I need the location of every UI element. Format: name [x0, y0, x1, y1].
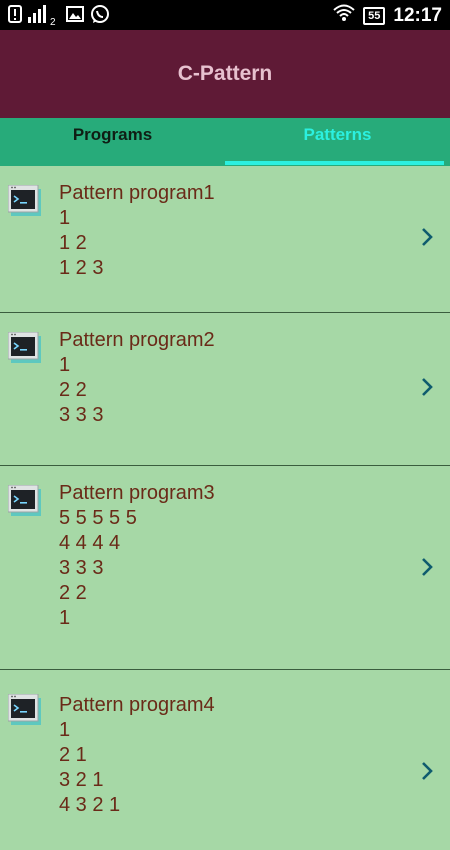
- app-title: C-Pattern: [177, 62, 273, 85]
- item-text: Pattern program2 1 2 2 3 3 3: [59, 328, 215, 428]
- pattern-line: 4 3 2 1: [59, 794, 121, 816]
- chevron-right-icon[interactable]: [420, 226, 434, 248]
- pattern-line: 5 5 5 5 5: [59, 507, 137, 529]
- pattern-line: 3 3 3: [59, 557, 104, 579]
- pattern-line: 1: [59, 719, 71, 741]
- pattern-line: 1: [59, 607, 71, 629]
- item-title: Pattern program1: [59, 182, 215, 204]
- tab-bar: Programs Patterns: [0, 118, 450, 166]
- terminal-icon: [7, 184, 42, 217]
- item-title: Pattern program3: [59, 482, 215, 504]
- active-tab-indicator: [225, 161, 444, 165]
- list-item[interactable]: Pattern program2 1 2 2 3 3 3: [0, 313, 450, 466]
- status-right: 55 12:17: [333, 4, 442, 27]
- pattern-line: 1: [59, 207, 71, 229]
- pattern-line: 1 2: [59, 232, 87, 254]
- item-text: Pattern program4 1 2 1 3 2 1 4 3 2 1: [59, 693, 215, 818]
- item-title: Pattern program4: [59, 694, 215, 716]
- list-item[interactable]: Pattern program4 1 2 1 3 2 1 4 3 2 1: [0, 670, 450, 850]
- list-item[interactable]: Pattern program1 1 1 2 1 2 3: [0, 166, 450, 313]
- pattern-line: 2 2: [59, 582, 87, 604]
- whatsapp-icon: [90, 4, 110, 29]
- item-title: Pattern program2: [59, 329, 215, 351]
- item-text: Pattern program3 5 5 5 5 5 4 4 4 4 3 3 3…: [59, 481, 215, 631]
- pattern-line: 4 4 4 4: [59, 532, 121, 554]
- wifi-icon: [333, 4, 355, 27]
- status-left: 2: [8, 4, 110, 29]
- terminal-icon: [7, 693, 42, 726]
- chevron-right-icon[interactable]: [420, 556, 434, 578]
- terminal-icon: [7, 331, 42, 364]
- chevron-right-icon[interactable]: [420, 760, 434, 782]
- pattern-line: 3 2 1: [59, 769, 104, 791]
- battery-indicator: 55: [363, 6, 386, 25]
- signal-icon: [28, 5, 48, 28]
- app-bar: C-Pattern: [0, 30, 450, 118]
- pattern-list: Pattern program1 1 1 2 1 2 3 Pattern pro…: [0, 166, 450, 850]
- alert-notification-icon: [8, 5, 22, 28]
- sim-slot-label: 2: [50, 17, 56, 28]
- pattern-line: 1: [59, 354, 71, 376]
- chevron-right-icon[interactable]: [420, 376, 434, 398]
- list-item[interactable]: Pattern program3 5 5 5 5 5 4 4 4 4 3 3 3…: [0, 466, 450, 670]
- tab-programs[interactable]: Programs: [0, 118, 225, 166]
- pattern-line: 2 1: [59, 744, 87, 766]
- terminal-icon: [7, 484, 42, 517]
- pattern-line: 1 2 3: [59, 257, 104, 279]
- pattern-line: 2 2: [59, 379, 87, 401]
- status-bar: 2 55 12:17: [0, 0, 450, 30]
- tab-patterns[interactable]: Patterns: [225, 118, 450, 166]
- item-text: Pattern program1 1 1 2 1 2 3: [59, 181, 215, 281]
- pattern-line: 3 3 3: [59, 404, 104, 426]
- image-notification-icon: [65, 6, 84, 27]
- clock: 12:17: [393, 4, 442, 26]
